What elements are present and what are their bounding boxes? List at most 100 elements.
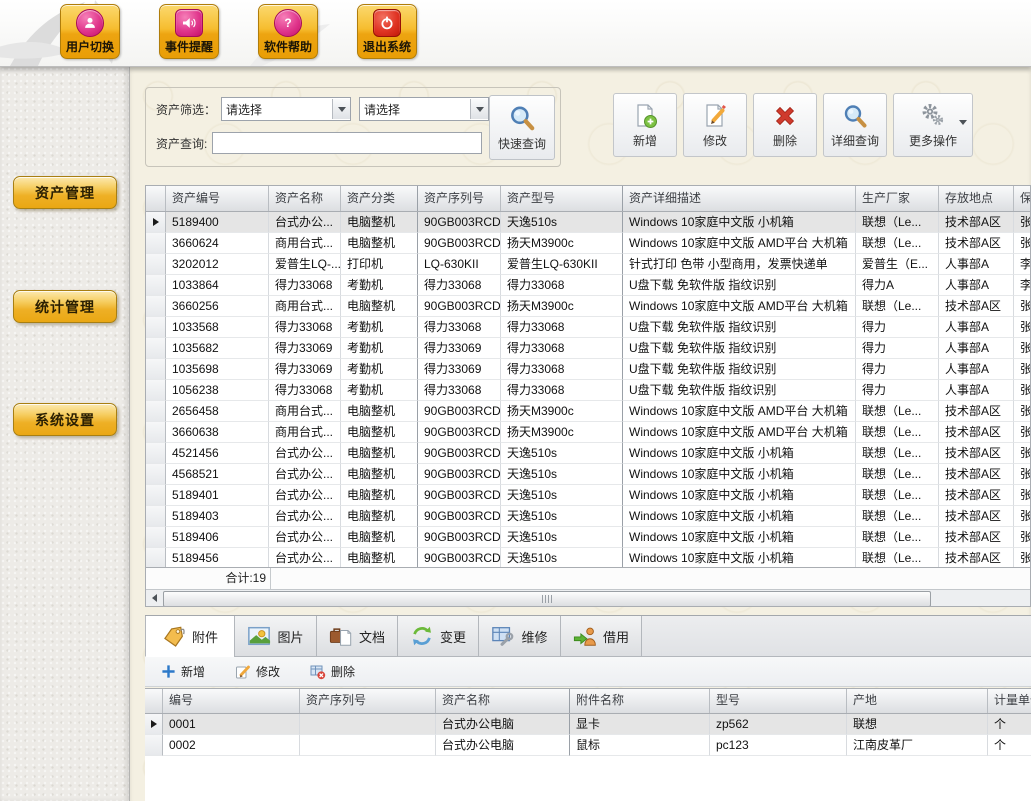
cell: 考勤机 xyxy=(341,317,418,338)
sidebar-item-system-settings[interactable]: 系统设置 xyxy=(13,403,117,436)
cell: 考勤机 xyxy=(341,338,418,359)
table-row[interactable]: 3202012爱普生LQ-...打印机LQ-630KII爱普生LQ-630KII… xyxy=(146,254,1031,275)
row-selector[interactable] xyxy=(146,317,166,338)
row-selector[interactable] xyxy=(146,485,166,506)
column-header[interactable]: 资产序列号 xyxy=(300,689,436,713)
chevron-down-icon[interactable] xyxy=(332,99,350,119)
modify-button[interactable]: 修改 xyxy=(683,93,747,157)
table-row[interactable]: 1035682得力33069考勤机得力33069得力33068U盘下载 免软件版… xyxy=(146,338,1031,359)
attachment-add-button[interactable]: 新增 xyxy=(161,663,205,680)
modify-label: 修改 xyxy=(703,132,727,149)
scroll-left-arrow-icon[interactable] xyxy=(146,590,162,606)
column-header[interactable]: 生产厂家 xyxy=(856,186,939,211)
quick-query-button[interactable]: 快速查询 xyxy=(489,95,555,160)
delete-button[interactable]: 删除 xyxy=(753,93,817,157)
row-selector[interactable] xyxy=(146,443,166,464)
tab-attachment[interactable]: 附件 xyxy=(145,616,235,657)
table-row[interactable]: 5189401台式办公...电脑整机90GB003RCD天逸510sWindow… xyxy=(146,485,1031,506)
row-selector[interactable] xyxy=(146,464,166,485)
more-operations-button[interactable]: 更多操作 xyxy=(893,93,973,157)
row-selector[interactable] xyxy=(146,254,166,275)
attachment-modify-label: 修改 xyxy=(256,663,280,680)
row-selector[interactable] xyxy=(146,233,166,254)
scrollbar-thumb[interactable] xyxy=(163,591,931,607)
cell: Windows 10家庭中文版 小机箱 xyxy=(623,212,856,233)
delete-table-icon xyxy=(310,664,326,680)
row-selector[interactable] xyxy=(146,296,166,317)
table-row[interactable]: 1056238得力33068考勤机得力33068得力33068U盘下载 免软件版… xyxy=(146,380,1031,401)
table-row[interactable]: 5189400台式办公...电脑整机90GB003RCD天逸510sWindow… xyxy=(146,212,1031,233)
column-header[interactable]: 计量单位 xyxy=(988,689,1031,713)
column-header[interactable]: 资产详细描述 xyxy=(623,186,856,211)
cell: 技术部A区 xyxy=(939,422,1014,443)
column-header[interactable]: 资产名称 xyxy=(269,186,341,211)
attachment-modify-button[interactable]: 修改 xyxy=(235,663,280,680)
table-row[interactable]: 3660638商用台式...电脑整机90GB003RCD扬天M3900cWind… xyxy=(146,422,1031,443)
software-help-button[interactable]: ? 软件帮助 xyxy=(258,4,318,59)
tab-document[interactable]: 文档 xyxy=(316,616,398,657)
table-row[interactable]: 3660256商用台式...电脑整机90GB003RCD扬天M3900cWind… xyxy=(146,296,1031,317)
cell: Windows 10家庭中文版 小机箱 xyxy=(623,527,856,548)
table-row[interactable]: 5189406台式办公...电脑整机90GB003RCD天逸510sWindow… xyxy=(146,527,1031,548)
table-row[interactable]: 1033864得力33068考勤机得力33068得力33068U盘下载 免软件版… xyxy=(146,275,1031,296)
column-header[interactable]: 资产编号 xyxy=(166,186,269,211)
row-selector[interactable] xyxy=(146,212,166,233)
row-selector[interactable] xyxy=(146,422,166,443)
column-header[interactable]: 资产分类 xyxy=(341,186,418,211)
tab-borrow[interactable]: 借用 xyxy=(560,616,642,657)
column-header[interactable]: 资产序列号 xyxy=(418,186,501,211)
cell: 5189401 xyxy=(166,485,269,506)
row-selector[interactable] xyxy=(145,735,163,756)
row-selector[interactable] xyxy=(145,714,163,735)
table-row[interactable]: 4521456台式办公...电脑整机90GB003RCD天逸510sWindow… xyxy=(146,443,1031,464)
table-row[interactable]: 1035698得力33069考勤机得力33069得力33068U盘下载 免软件版… xyxy=(146,359,1031,380)
column-header[interactable]: 型号 xyxy=(710,689,847,713)
table-row[interactable]: 0002台式办公电脑鼠标pc123江南皮革厂个 xyxy=(145,735,1031,756)
row-selector[interactable] xyxy=(146,380,166,401)
asset-filter-select-1[interactable]: 请选择 xyxy=(221,97,351,121)
grid-header-row: 编号资产序列号资产名称附件名称型号产地计量单位 xyxy=(145,689,1031,714)
table-row[interactable]: 1033568得力33068考勤机得力33068得力33068U盘下载 免软件版… xyxy=(146,317,1031,338)
column-header[interactable]: 编号 xyxy=(163,689,300,713)
tab-picture[interactable]: 图片 xyxy=(234,616,317,657)
table-row[interactable]: 5189456台式办公...电脑整机90GB003RCD天逸510sWindow… xyxy=(146,548,1031,569)
column-header[interactable]: 资产型号 xyxy=(501,186,623,211)
sidebar-item-statistics-management[interactable]: 统计管理 xyxy=(13,290,117,323)
attachment-delete-button[interactable]: 删除 xyxy=(310,663,355,680)
cell: 1033864 xyxy=(166,275,269,296)
table-row[interactable]: 4568521台式办公...电脑整机90GB003RCD天逸510sWindow… xyxy=(146,464,1031,485)
column-header[interactable]: 产地 xyxy=(847,689,988,713)
asset-query-input[interactable] xyxy=(212,132,482,154)
tab-change[interactable]: 变更 xyxy=(397,616,479,657)
row-selector[interactable] xyxy=(146,338,166,359)
column-header[interactable]: 资产名称 xyxy=(436,689,570,713)
cell: 5189400 xyxy=(166,212,269,233)
add-button[interactable]: 新增 xyxy=(613,93,677,157)
column-header[interactable]: 存放地点 xyxy=(939,186,1014,211)
row-selector[interactable] xyxy=(146,548,166,569)
event-reminder-button[interactable]: 事件提醒 xyxy=(159,4,219,59)
row-selector[interactable] xyxy=(146,527,166,548)
sidebar: 资产管理 统计管理 系统设置 xyxy=(0,66,130,801)
tab-repair[interactable]: 维修 xyxy=(478,616,561,657)
column-header[interactable]: 附件名称 xyxy=(570,689,710,713)
exit-system-button[interactable]: 退出系统 xyxy=(357,4,417,59)
table-row[interactable]: 3660624商用台式...电脑整机90GB003RCD扬天M3900cWind… xyxy=(146,233,1031,254)
cell: 得力33068 xyxy=(501,317,623,338)
row-selector[interactable] xyxy=(146,359,166,380)
detail-query-button[interactable]: 详细查询 xyxy=(823,93,887,157)
asset-filter-select-2[interactable]: 请选择 xyxy=(359,97,489,121)
table-row[interactable]: 2656458商用台式...电脑整机90GB003RCD扬天M3900cWind… xyxy=(146,401,1031,422)
row-selector[interactable] xyxy=(146,506,166,527)
row-selector[interactable] xyxy=(146,401,166,422)
table-row[interactable]: 0001台式办公电脑显卡zp562联想个 xyxy=(145,714,1031,735)
chevron-down-icon[interactable] xyxy=(470,99,488,119)
user-switch-button[interactable]: 用户切换 xyxy=(60,4,120,59)
horizontal-scrollbar[interactable] xyxy=(146,589,1030,606)
column-header[interactable]: 保管 xyxy=(1014,186,1031,211)
sidebar-item-asset-management[interactable]: 资产管理 xyxy=(13,176,117,209)
row-selector[interactable] xyxy=(146,275,166,296)
attachment-add-label: 新增 xyxy=(181,663,205,680)
table-row[interactable]: 5189403台式办公...电脑整机90GB003RCD天逸510sWindow… xyxy=(146,506,1031,527)
cell: 个 xyxy=(988,714,1031,735)
